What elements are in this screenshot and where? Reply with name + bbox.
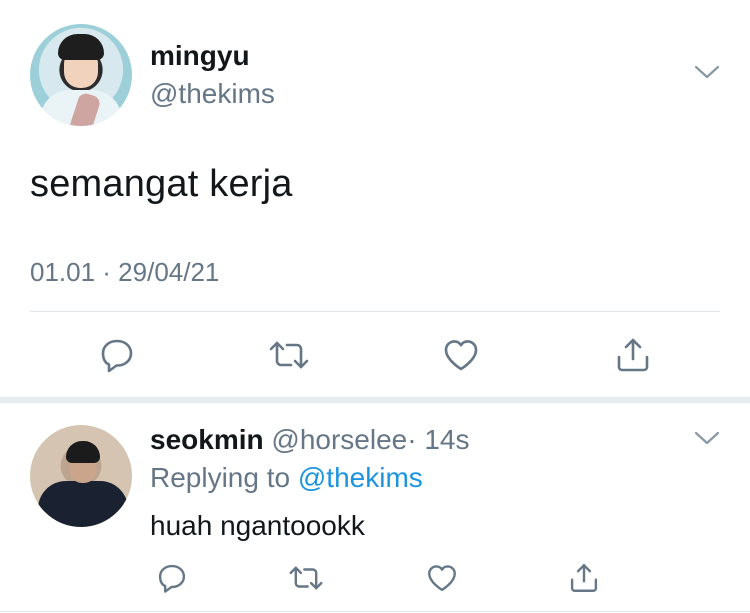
like-button[interactable] — [439, 333, 483, 377]
reply-button[interactable] — [150, 556, 194, 600]
avatar[interactable] — [30, 24, 132, 126]
author-handle[interactable]: @thekims — [150, 78, 275, 110]
replying-to: Replying to @thekims — [150, 462, 423, 494]
chevron-down-icon[interactable] — [693, 428, 721, 448]
retweet-icon — [287, 561, 325, 595]
reply-icon — [97, 335, 137, 375]
chevron-down-icon[interactable] — [693, 62, 721, 82]
tweet-text: semangat kerja — [30, 163, 293, 205]
reply-timestamp[interactable]: · 14s — [407, 424, 469, 455]
reply-author-handle[interactable]: @horselee — [271, 424, 407, 455]
reply-header: seokmin @horselee· 14s — [150, 424, 469, 456]
like-icon — [441, 335, 481, 375]
reply-icon — [155, 561, 189, 595]
author-name[interactable]: mingyu — [150, 40, 250, 72]
like-button[interactable] — [420, 556, 464, 600]
divider — [0, 611, 750, 612]
reply-text: huah ngantoookk — [150, 510, 365, 541]
share-button[interactable] — [562, 556, 606, 600]
share-icon — [567, 561, 601, 595]
retweet-button[interactable] — [267, 333, 311, 377]
thread-separator — [0, 397, 750, 403]
divider — [30, 311, 720, 312]
avatar[interactable] — [30, 425, 132, 527]
like-icon — [425, 561, 459, 595]
share-icon — [613, 335, 653, 375]
replying-to-link[interactable]: @thekims — [298, 462, 423, 493]
tweet-timestamp[interactable]: 01.01 · 29/04/21 — [30, 257, 219, 288]
retweet-button[interactable] — [284, 556, 328, 600]
share-button[interactable] — [611, 333, 655, 377]
retweet-icon — [267, 335, 311, 375]
replying-to-label: Replying to — [150, 462, 291, 493]
reply-button[interactable] — [95, 333, 139, 377]
reply-author-name[interactable]: seokmin — [150, 424, 264, 455]
